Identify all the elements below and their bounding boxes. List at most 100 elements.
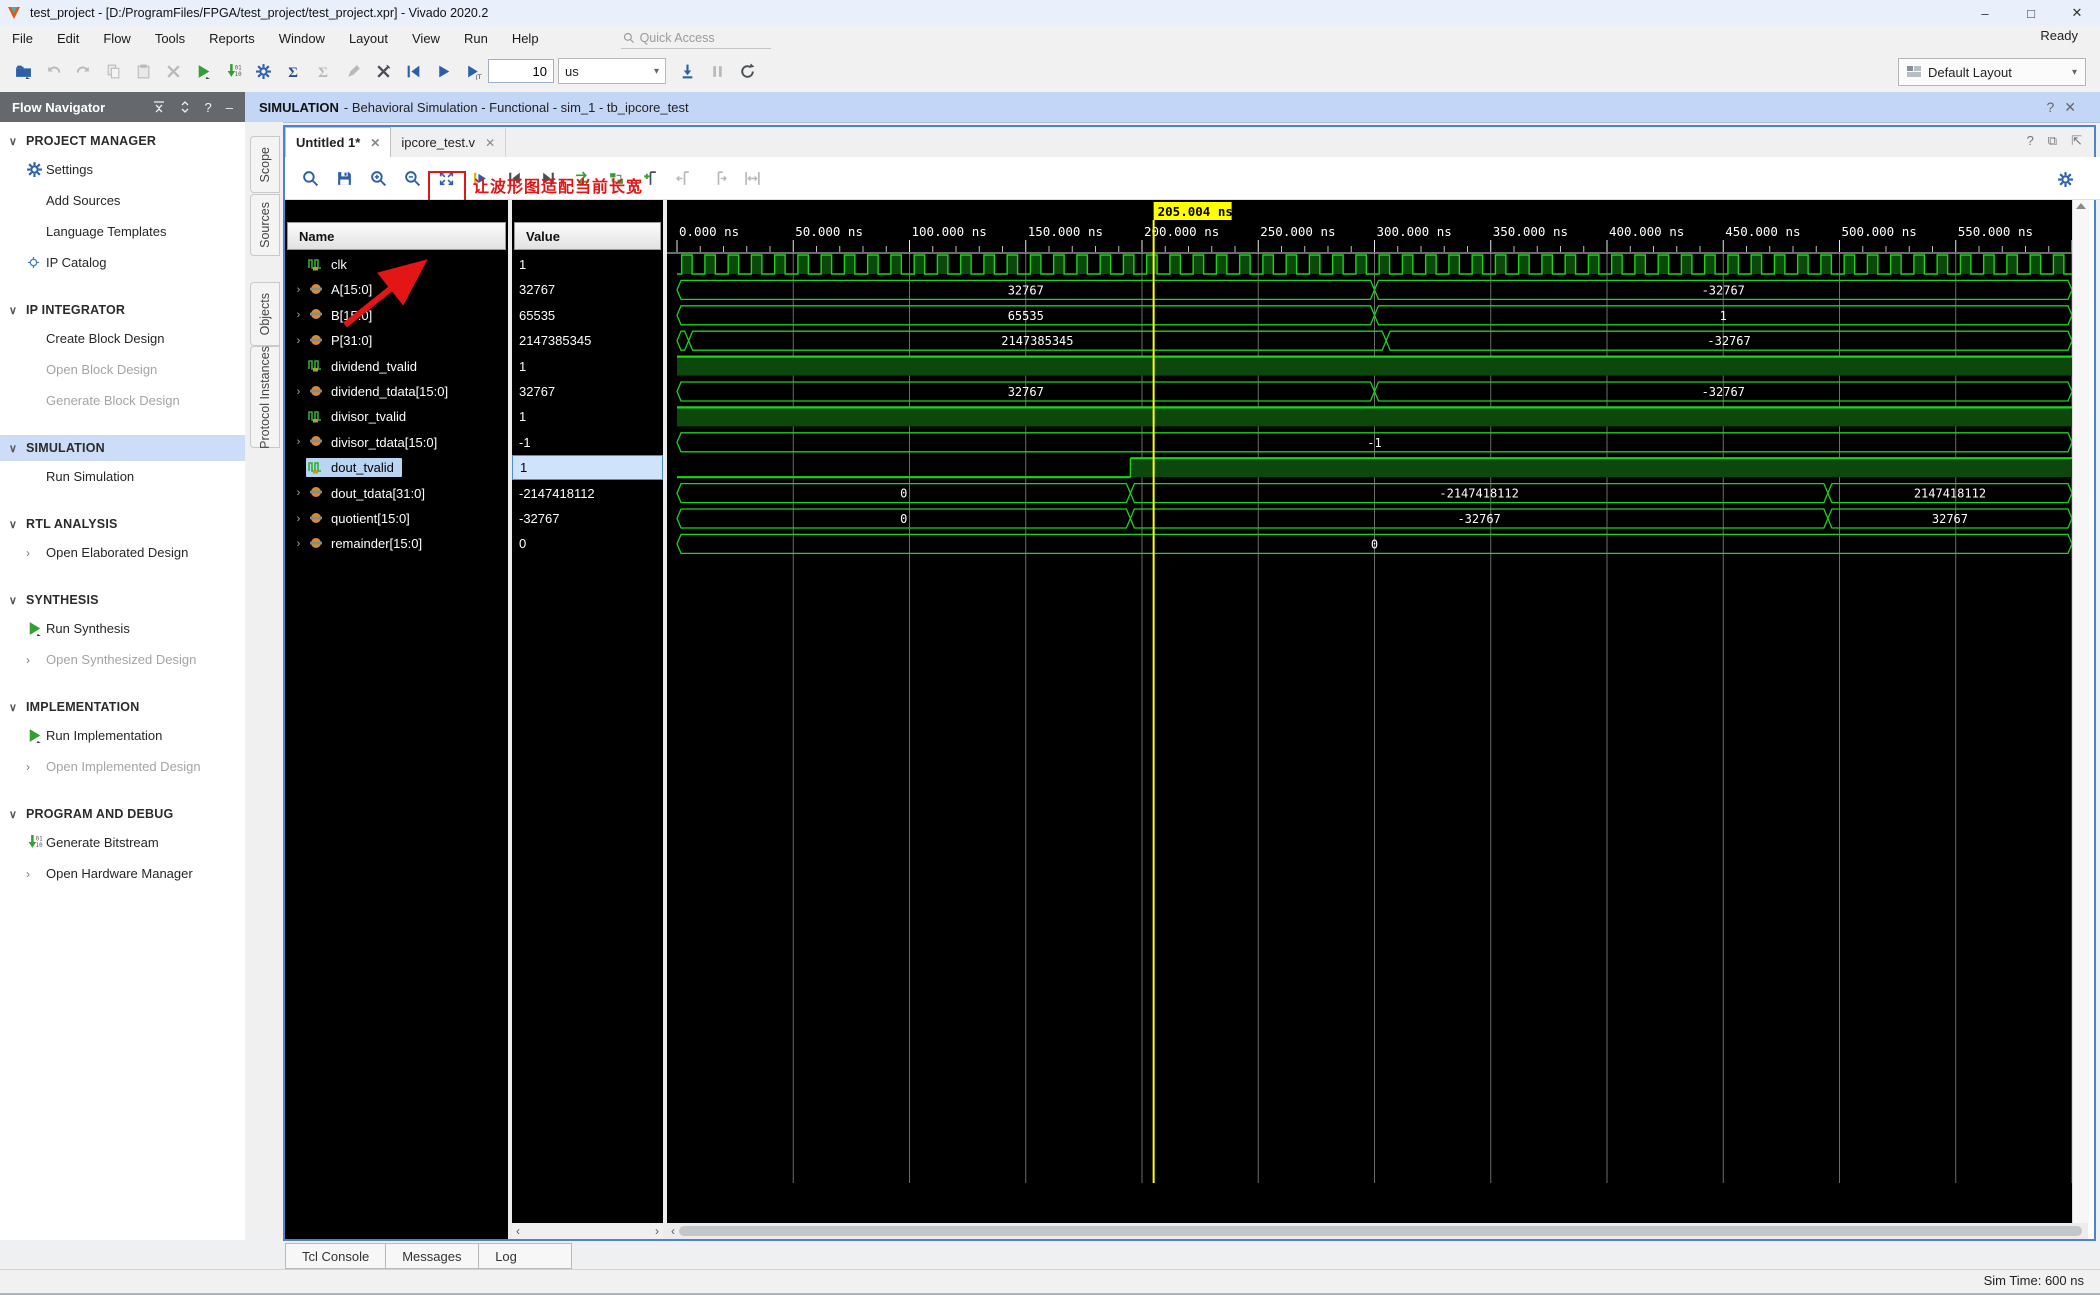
generate-bitstream-icon[interactable]: 01 10 bbox=[218, 57, 248, 85]
open-file-icon[interactable] bbox=[8, 57, 38, 85]
minimize-panel-icon[interactable]: – bbox=[226, 100, 233, 115]
breakpoint-icon[interactable] bbox=[368, 57, 398, 85]
scroll-left-arrow[interactable]: ‹ bbox=[516, 1224, 520, 1238]
scroll-left-arrow[interactable]: ‹ bbox=[671, 1224, 675, 1238]
sidebar-item-create-block-design[interactable]: Create Block Design bbox=[0, 323, 245, 354]
run-all-icon[interactable] bbox=[428, 57, 458, 85]
sidebar-item-settings[interactable]: Settings bbox=[0, 154, 245, 185]
expand-icon[interactable]: › bbox=[291, 436, 306, 448]
expand-icon[interactable]: › bbox=[291, 284, 306, 296]
expand-icon[interactable]: › bbox=[291, 335, 306, 347]
sidebar-item-run-simulation[interactable]: Run Simulation bbox=[0, 461, 245, 492]
menu-edit[interactable]: Edit bbox=[45, 31, 91, 46]
wave-horizontal-scrollbar[interactable]: ‹ bbox=[667, 1223, 2088, 1239]
step-icon[interactable] bbox=[672, 57, 702, 85]
sidebar-item-open-elaborated-design[interactable]: › Open Elaborated Design bbox=[0, 537, 245, 568]
signal-row-name[interactable]: › B[15:0] bbox=[285, 303, 508, 328]
help-icon[interactable]: ? bbox=[2046, 99, 2064, 115]
menu-reports[interactable]: Reports bbox=[197, 31, 267, 46]
minimize-button[interactable]: – bbox=[1962, 0, 2008, 26]
signal-row-value[interactable]: 1 bbox=[512, 455, 663, 481]
close-tab-icon[interactable]: ✕ bbox=[370, 136, 380, 150]
wave-save-icon[interactable] bbox=[327, 164, 361, 192]
expand-icon[interactable]: › bbox=[291, 386, 306, 398]
signal-row-value[interactable]: -1 bbox=[512, 430, 663, 455]
signal-row-name[interactable]: › dividend_tdata[15:0] bbox=[285, 379, 508, 404]
menu-window[interactable]: Window bbox=[267, 31, 337, 46]
signal-row-name[interactable]: › divisor_tdata[15:0] bbox=[285, 430, 508, 455]
wave-goto-next-icon[interactable] bbox=[701, 164, 735, 192]
close-bar-icon[interactable]: ✕ bbox=[2064, 99, 2086, 115]
run-icon[interactable] bbox=[188, 57, 218, 85]
menu-view[interactable]: View bbox=[400, 31, 452, 46]
scroll-up-arrow[interactable] bbox=[2076, 203, 2086, 209]
maximize-button[interactable]: □ bbox=[2008, 0, 2054, 26]
sidebar-item-open-implemented-design[interactable]: › Open Implemented Design bbox=[0, 751, 245, 782]
wave-zoom-out-icon[interactable] bbox=[395, 164, 429, 192]
signal-row-value[interactable]: 1 bbox=[512, 354, 663, 379]
flow-section-header-implementation[interactable]: ∨ IMPLEMENTATION bbox=[0, 694, 245, 720]
name-column-header[interactable]: Name bbox=[287, 222, 506, 250]
expand-all-icon[interactable] bbox=[179, 101, 191, 113]
side-tab-sources[interactable]: Sources bbox=[250, 194, 280, 256]
flow-section-header-synthesis[interactable]: ∨ SYNTHESIS bbox=[0, 587, 245, 613]
relaunch-icon[interactable] bbox=[732, 57, 762, 85]
waveform-area[interactable]: 0.000 ns 50.000 ns 100.000 ns 150.000 ns 200… bbox=[667, 200, 2072, 1223]
expand-icon[interactable]: › bbox=[291, 487, 306, 499]
menu-run[interactable]: Run bbox=[452, 31, 500, 46]
signal-row-value[interactable]: 32767 bbox=[512, 277, 663, 302]
sidebar-item-generate-block-design[interactable]: Generate Block Design bbox=[0, 385, 245, 416]
expand-icon[interactable]: › bbox=[291, 513, 306, 525]
sidebar-item-open-synthesized-design[interactable]: › Open Synthesized Design bbox=[0, 644, 245, 675]
sidebar-item-open-block-design[interactable]: Open Block Design bbox=[0, 354, 245, 385]
signal-row-name[interactable]: › P[31:0] bbox=[285, 328, 508, 353]
wave-span-icon[interactable] bbox=[735, 164, 769, 192]
report-sigma-icon[interactable]: Σ bbox=[278, 57, 308, 85]
wave-zoom-in-icon[interactable] bbox=[361, 164, 395, 192]
signal-row-value[interactable]: 32767 bbox=[512, 379, 663, 404]
menu-tools[interactable]: Tools bbox=[143, 31, 197, 46]
console-tab-log[interactable]: Log bbox=[478, 1243, 573, 1269]
signal-row-name[interactable]: dividend_tvalid bbox=[285, 354, 508, 379]
sidebar-item-language-templates[interactable]: Language Templates bbox=[0, 216, 245, 247]
sidebar-item-run-implementation[interactable]: Run Implementation bbox=[0, 720, 245, 751]
flow-section-header-project-manager[interactable]: ∨ PROJECT MANAGER bbox=[0, 128, 245, 154]
signal-row-name[interactable]: › A[15:0] bbox=[285, 277, 508, 302]
signal-row-value[interactable]: 1 bbox=[512, 252, 663, 277]
menu-flow[interactable]: Flow bbox=[91, 31, 142, 46]
wave-tab-ipcore-test-v[interactable]: ipcore_test.v ✕ bbox=[391, 128, 507, 157]
signal-row-name[interactable]: clk bbox=[285, 252, 508, 277]
wave-search-icon[interactable] bbox=[293, 164, 327, 192]
quick-access-search[interactable]: Quick Access bbox=[620, 28, 771, 49]
signal-row-name[interactable]: › remainder[15:0] bbox=[285, 531, 508, 556]
flow-section-header-simulation[interactable]: ∨ SIMULATION bbox=[0, 435, 245, 461]
delete-icon[interactable] bbox=[158, 57, 188, 85]
side-tab-scope[interactable]: Scope bbox=[250, 136, 280, 193]
vertical-scrollbar[interactable] bbox=[2072, 200, 2089, 1223]
signal-row-name[interactable]: › dout_tdata[31:0] bbox=[285, 481, 508, 506]
highlight-pen-icon[interactable] bbox=[338, 57, 368, 85]
signal-row-value[interactable]: -2147418112 bbox=[512, 481, 663, 506]
collapse-all-icon[interactable] bbox=[153, 101, 165, 113]
signal-row-value[interactable]: 1 bbox=[512, 404, 663, 429]
wave-tab-untitled-1-[interactable]: Untitled 1* ✕ bbox=[285, 127, 392, 157]
value-horizontal-scrollbar[interactable]: ‹ › bbox=[512, 1223, 663, 1239]
scroll-right-arrow[interactable]: › bbox=[655, 1224, 659, 1238]
expand-icon[interactable]: › bbox=[291, 309, 306, 321]
sigma-disabled-icon[interactable]: Σ bbox=[308, 57, 338, 85]
undo-icon[interactable] bbox=[38, 57, 68, 85]
scrollbar-thumb[interactable] bbox=[679, 1226, 2082, 1236]
menu-file[interactable]: File bbox=[0, 31, 45, 46]
flow-section-header-rtl-analysis[interactable]: ∨ RTL ANALYSIS bbox=[0, 511, 245, 537]
paste-icon[interactable] bbox=[128, 57, 158, 85]
side-tab-objects[interactable]: Objects bbox=[250, 282, 280, 346]
signal-row-name[interactable]: dout_tvalid bbox=[285, 455, 508, 480]
copy-icon[interactable] bbox=[98, 57, 128, 85]
sidebar-item-ip-catalog[interactable]: IP Catalog bbox=[0, 247, 245, 278]
wave-settings-gear-icon[interactable] bbox=[2050, 165, 2080, 193]
maximize-panel-icon[interactable]: ⇱ bbox=[2071, 133, 2082, 149]
settings-gear-icon[interactable] bbox=[248, 57, 278, 85]
signal-row-value[interactable]: 2147385345 bbox=[512, 328, 663, 353]
redo-icon[interactable] bbox=[68, 57, 98, 85]
signal-row-value[interactable]: -32767 bbox=[512, 506, 663, 531]
